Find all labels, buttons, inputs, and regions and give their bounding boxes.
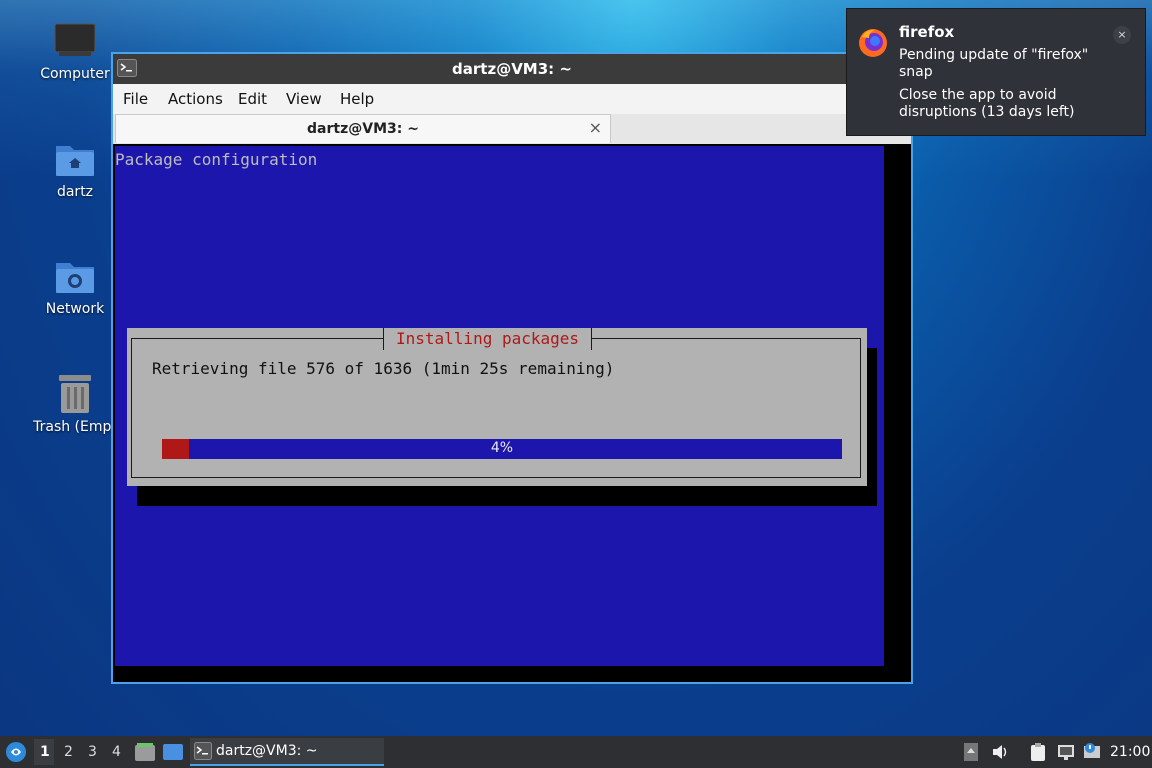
menu-file[interactable]: File	[123, 90, 148, 108]
workspace-3[interactable]: 3	[88, 744, 97, 760]
notification-body: Close the app to avoid disruptions (13 d…	[899, 87, 1075, 120]
desktop-icon-home[interactable]: dartz	[27, 140, 123, 200]
notification-summary: Pending update of "firefox" snap	[899, 47, 1089, 80]
taskbar: 1 2 3 4 dartz@VM3: ~ 21:00	[0, 736, 1152, 768]
menu-actions[interactable]: Actions	[168, 90, 223, 108]
notification-popup[interactable]: firefox Pending update of "firefox" snap…	[846, 8, 1146, 136]
progress-bar: 4%	[162, 439, 842, 459]
desktop-icon-computer[interactable]: Computer	[27, 22, 123, 82]
desktop-icon-label: Computer	[40, 66, 110, 82]
screen-title: Package configuration	[115, 150, 318, 169]
desktop-icon-label: Trash (Empt	[33, 419, 117, 435]
network-folder-icon	[56, 263, 94, 293]
window-title: dartz@VM3: ~	[452, 60, 572, 78]
tab-close-icon[interactable]: ×	[589, 118, 602, 137]
workspace-2[interactable]: 2	[64, 744, 73, 760]
workspace-4[interactable]: 4	[112, 744, 121, 760]
tab-terminal[interactable]: dartz@VM3: ~ ×	[115, 114, 611, 143]
start-menu-icon[interactable]	[5, 741, 27, 767]
progress-label: 4%	[490, 440, 514, 456]
terminal-scrollbar[interactable]	[885, 146, 909, 666]
desktop-icon-trash[interactable]: Trash (Empt	[27, 373, 123, 435]
terminal-window: dartz@VM3: ~ File Actions Edit View Help…	[111, 52, 913, 684]
menu-bar: File Actions Edit View Help	[113, 84, 911, 114]
notification-close-icon[interactable]: ×	[1113, 26, 1131, 44]
taskbar-task-label: dartz@VM3: ~	[216, 743, 318, 759]
tab-title: dartz@VM3: ~	[307, 121, 419, 137]
firefox-icon	[857, 27, 889, 63]
update-notifier-icon[interactable]	[1082, 742, 1102, 766]
network-tray-icon[interactable]	[1056, 742, 1076, 766]
desktop-icon-network[interactable]: Network	[27, 257, 123, 317]
home-folder-icon	[56, 146, 94, 176]
terminal-icon	[194, 742, 212, 764]
menu-edit[interactable]: Edit	[238, 90, 267, 108]
clipboard-icon[interactable]	[1028, 742, 1048, 766]
workspace-1[interactable]: 1	[40, 744, 50, 760]
terminal-area[interactable]: Package configuration Retrieving file 57…	[113, 144, 911, 682]
desktop-icon-label: dartz	[56, 184, 94, 200]
whiptail-screen: Package configuration Retrieving file 57…	[115, 146, 884, 666]
file-manager-icon[interactable]	[134, 742, 156, 766]
window-titlebar[interactable]: dartz@VM3: ~	[113, 54, 911, 84]
dialog-message: Retrieving file 576 of 1636 (1min 25s re…	[152, 359, 615, 378]
desktop-icon-label: Network	[45, 301, 105, 317]
computer-icon	[54, 23, 96, 56]
volume-icon[interactable]	[990, 742, 1010, 766]
tab-bar: dartz@VM3: ~ ×	[113, 114, 911, 144]
menu-help[interactable]: Help	[340, 90, 374, 108]
menu-view[interactable]: View	[286, 90, 322, 108]
progress-dialog: Retrieving file 576 of 1636 (1min 25s re…	[127, 328, 867, 486]
show-desktop-icon[interactable]	[162, 743, 184, 765]
dialog-frame: Retrieving file 576 of 1636 (1min 25s re…	[131, 338, 861, 478]
notification-app-name: firefox	[899, 23, 955, 41]
clock[interactable]: 21:00	[1110, 744, 1150, 760]
trash-icon	[59, 375, 91, 413]
taskbar-terminal-button[interactable]: dartz@VM3: ~	[190, 738, 384, 766]
dialog-title: Installing packages	[383, 328, 593, 350]
tray-arrow-icon[interactable]	[963, 742, 979, 766]
